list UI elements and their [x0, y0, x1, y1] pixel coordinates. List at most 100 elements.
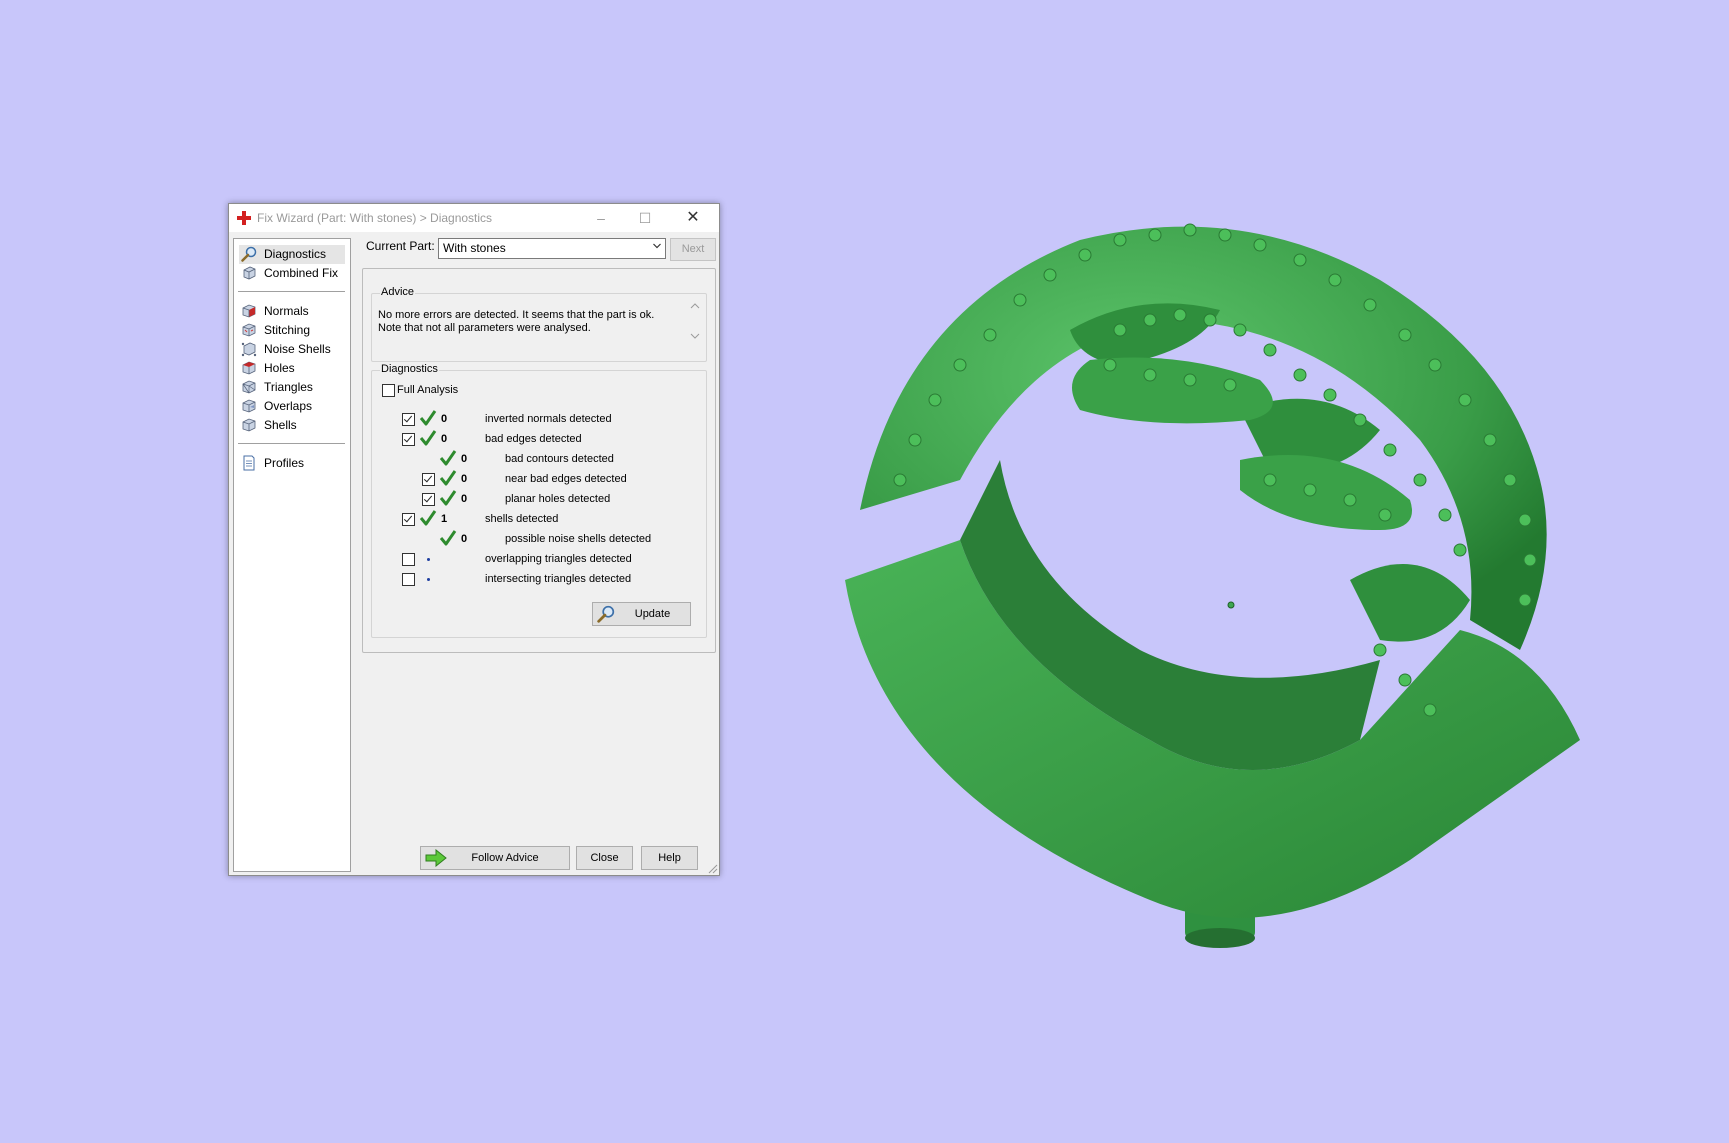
wizard-nav: Diagnostics Combined Fix Normals Stitchi…	[233, 238, 351, 872]
inverted-normals-checkbox[interactable]	[402, 413, 415, 426]
nav-item-holes[interactable]: Holes	[239, 359, 345, 378]
nav-divider	[238, 291, 345, 293]
help-button[interactable]: Help	[641, 846, 698, 870]
current-part-label: Current Part:	[366, 239, 435, 253]
planar-holes-label: planar holes detected	[505, 493, 611, 505]
green-check-icon	[439, 470, 457, 486]
full-analysis-checkbox[interactable]	[382, 384, 395, 397]
full-analysis-label: Full Analysis	[397, 384, 459, 396]
nav-item-shells[interactable]: Shells	[239, 416, 345, 435]
nav-item-label: Profiles	[264, 456, 305, 470]
green-check-icon	[439, 490, 457, 506]
follow-advice-button[interactable]: Follow Advice	[420, 846, 570, 870]
magnifier-icon	[597, 605, 615, 623]
diagnostics-group: Diagnostics Full Analysis 0 inverted nor…	[371, 363, 707, 638]
bad-contours-label: bad contours detected	[505, 453, 614, 465]
nav-item-label: Combined Fix	[264, 266, 339, 280]
nav-item-label: Shells	[264, 418, 297, 432]
near-bad-edges-count: 0	[461, 473, 468, 485]
intersecting-triangles-label: intersecting triangles detected	[485, 573, 632, 585]
stitching-cube-icon	[242, 323, 256, 337]
advice-text: No more errors are detected. It seems th…	[378, 309, 688, 361]
document-icon	[243, 455, 255, 471]
title-bar[interactable]: Fix Wizard (Part: With stones) > Diagnos…	[229, 204, 719, 232]
inverted-normals-count: 0	[441, 413, 448, 425]
status-dot-icon	[427, 578, 430, 581]
scroll-up-icon[interactable]	[690, 302, 700, 310]
advice-title: Advice	[380, 286, 416, 298]
minimize-button[interactable]: –	[579, 204, 623, 232]
shells-cube-icon	[242, 418, 256, 432]
nav-item-normals[interactable]: Normals	[239, 302, 345, 321]
bad-edges-count: 0	[441, 433, 448, 445]
planar-holes-checkbox[interactable]	[422, 493, 435, 506]
nav-item-label: Noise Shells	[264, 342, 331, 356]
near-bad-edges-checkbox[interactable]	[422, 473, 435, 486]
green-check-icon	[419, 510, 437, 526]
nav-item-label: Stitching	[264, 323, 311, 337]
advice-line-2: Note that not all parameters were analys…	[378, 322, 591, 334]
inverted-normals-label: inverted normals detected	[485, 413, 612, 425]
update-label: Update	[634, 608, 671, 620]
noise-shells-count: 0	[461, 533, 468, 545]
nav-item-profiles[interactable]: Profiles	[239, 454, 345, 473]
nav-item-overlaps[interactable]: Overlaps	[239, 397, 345, 416]
window-title: Fix Wizard (Part: With stones) > Diagnos…	[257, 211, 493, 225]
noise-shells-icon	[241, 342, 257, 357]
nav-item-label: Holes	[264, 361, 295, 375]
nav-item-label: Overlaps	[264, 399, 313, 413]
nav-item-label: Normals	[264, 304, 309, 318]
ring-link-plate	[1072, 357, 1273, 424]
current-part-select[interactable]: With stones	[438, 238, 666, 259]
diagnostics-panel: Advice No more errors are detected. It s…	[362, 268, 716, 653]
scroll-down-icon[interactable]	[690, 332, 700, 340]
close-label: Close	[590, 852, 619, 864]
close-button[interactable]: Close	[576, 846, 633, 870]
green-check-icon	[439, 450, 457, 466]
ring-3d-model[interactable]	[820, 180, 1640, 960]
status-dot-icon	[427, 558, 430, 561]
bad-edges-label: bad edges detected	[485, 433, 582, 445]
nav-item-stitching[interactable]: Stitching	[239, 321, 345, 340]
current-part-value: With stones	[443, 241, 506, 255]
bad-contours-count: 0	[461, 453, 468, 465]
fix-wizard-dialog: Fix Wizard (Part: With stones) > Diagnos…	[228, 203, 720, 876]
ring-stem-base	[1185, 928, 1255, 948]
shells-count: 1	[441, 513, 448, 525]
green-check-icon	[419, 430, 437, 446]
advice-group: Advice No more errors are detected. It s…	[371, 286, 707, 362]
bad-edges-checkbox[interactable]	[402, 433, 415, 446]
intersecting-triangles-checkbox[interactable]	[402, 573, 415, 586]
shells-label: shells detected	[485, 513, 559, 525]
red-cross-icon	[237, 211, 251, 225]
close-window-button[interactable]: ✕	[671, 204, 715, 232]
normals-cube-icon	[242, 304, 256, 318]
chevron-down-icon	[653, 243, 661, 249]
help-label: Help	[658, 852, 681, 864]
diagnostics-title: Diagnostics	[380, 363, 439, 375]
overlaps-cube-icon	[242, 399, 256, 413]
shells-checkbox[interactable]	[402, 513, 415, 526]
triangles-cube-icon	[242, 380, 256, 394]
nav-item-label: Diagnostics	[264, 247, 327, 261]
nav-item-noise-shells[interactable]: Noise Shells	[239, 340, 345, 359]
nav-item-diagnostics[interactable]: Diagnostics	[239, 245, 345, 264]
noise-shells-label: possible noise shells detected	[505, 533, 652, 545]
resize-grip-icon[interactable]	[708, 864, 718, 874]
green-check-icon	[419, 410, 437, 426]
near-bad-edges-label: near bad edges detected	[505, 473, 627, 485]
update-button[interactable]: Update	[592, 602, 691, 626]
next-button[interactable]: Next	[670, 238, 716, 261]
overlapping-triangles-label: overlapping triangles detected	[485, 553, 632, 565]
maximize-button[interactable]: ☐	[623, 204, 667, 232]
overlapping-triangles-checkbox[interactable]	[402, 553, 415, 566]
nav-item-combined-fix[interactable]: Combined Fix	[239, 264, 345, 283]
ring-link-gap	[1350, 564, 1470, 642]
planar-holes-count: 0	[461, 493, 468, 505]
nav-item-triangles[interactable]: Triangles	[239, 378, 345, 397]
advice-line-1: No more errors are detected. It seems th…	[378, 309, 655, 321]
follow-advice-label: Follow Advice	[471, 852, 539, 864]
nav-divider	[238, 443, 345, 445]
nav-item-label: Triangles	[264, 380, 313, 394]
magnifier-icon	[241, 246, 257, 262]
